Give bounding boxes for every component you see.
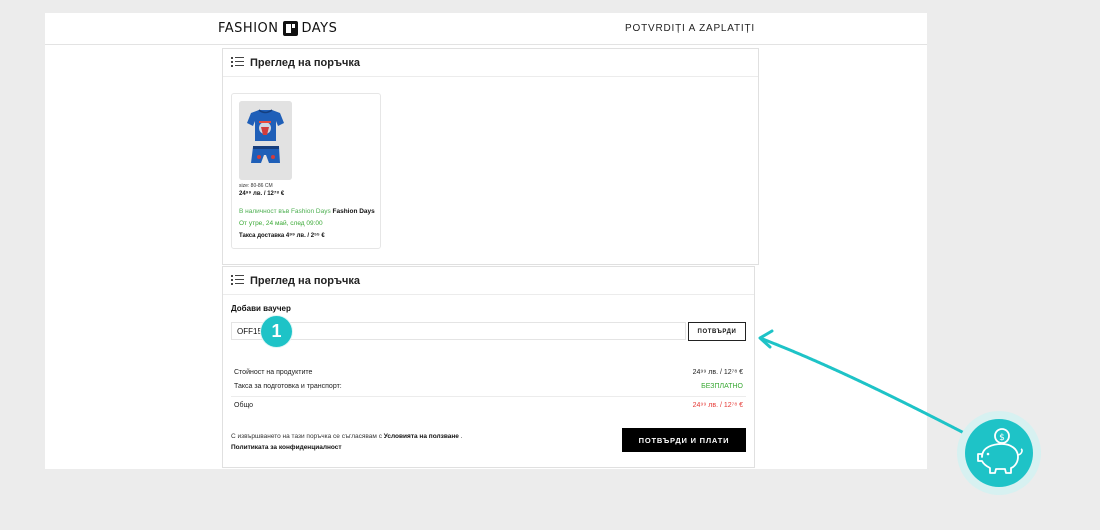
piggy-bank-icon: $ <box>965 419 1033 487</box>
svg-text:$: $ <box>999 433 1005 443</box>
arrow-pointer-icon <box>758 329 969 437</box>
